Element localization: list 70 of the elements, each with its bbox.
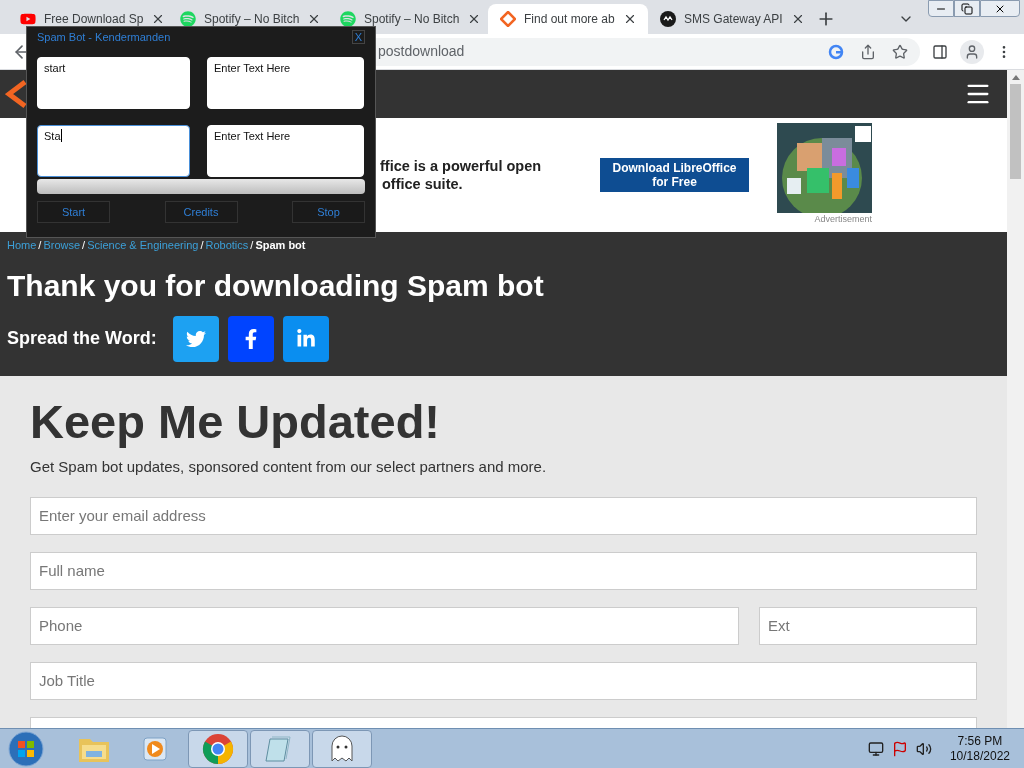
bot-button[interactable]: Stop (292, 201, 365, 223)
url-text: postdownload (378, 42, 466, 61)
share-label: Spread the Word: (7, 327, 157, 350)
signup-description: Get Spam bot updates, sponsored content from our select partners and more. (30, 457, 548, 477)
breadcrumb-separator: / (82, 238, 86, 253)
signup-title: Keep Me Updated! (30, 394, 441, 450)
circle-logo-icon (660, 11, 676, 27)
scroll-up-arrow-icon[interactable] (1011, 75, 1020, 80)
browser-tab[interactable]: SMS Gateway API (648, 4, 808, 34)
volume-icon[interactable] (915, 740, 932, 757)
browser-tab[interactable]: Spotify – No Bitch (168, 4, 328, 34)
close-button[interactable]: X (351, 30, 365, 44)
minimize-button[interactable] (928, 0, 954, 17)
facebook-share-button[interactable] (227, 315, 274, 362)
input-field[interactable]: Full name (30, 551, 977, 590)
flag-icon[interactable] (891, 740, 908, 757)
share-icon[interactable] (860, 43, 876, 60)
ad-text: ffice is a powerful open (380, 157, 543, 175)
twitter-icon (185, 328, 206, 349)
breadcrumb-link[interactable]: Robotics (205, 237, 249, 254)
ad-text: office suite. (382, 175, 464, 193)
start-button[interactable] (8, 730, 44, 767)
input-field[interactable]: Ext (759, 606, 977, 645)
text-field[interactable]: start (37, 57, 190, 109)
bot-button[interactable]: Credits (164, 201, 238, 223)
side-panel-icon[interactable] (932, 43, 948, 60)
tab-title: SMS Gateway API (684, 11, 783, 28)
restore-button[interactable] (954, 0, 980, 17)
logo-chevron-icon[interactable] (5, 80, 27, 108)
input-field[interactable]: Phone (30, 606, 739, 645)
text-field[interactable]: Sta (37, 125, 190, 177)
tab-title: Free Download Sp (44, 11, 144, 28)
text-field[interactable]: Enter Text Here (207, 57, 364, 109)
ad-caption: Advertisement (814, 213, 872, 227)
taskbar-button[interactable] (188, 729, 248, 768)
bot-button[interactable]: Start (37, 201, 110, 223)
clock-time[interactable]: 7:56 PM (957, 733, 1003, 749)
google-icon[interactable] (828, 43, 844, 60)
network-icon[interactable] (867, 740, 884, 757)
scrollbar[interactable] (1007, 70, 1024, 728)
tab-title: Find out more ab (524, 11, 615, 28)
diamond-logo-icon (500, 11, 516, 27)
tab-title: Spotify – No Bitch (204, 11, 300, 28)
tab-title: Spotify – No Bitch (364, 11, 460, 28)
linkedin-share-button[interactable] (282, 315, 329, 362)
text-cursor (60, 129, 62, 142)
profile-icon[interactable] (960, 39, 984, 64)
twitter-share-button[interactable] (172, 315, 219, 362)
breadcrumb-link[interactable]: Browse (43, 237, 81, 254)
scrollbar-thumb[interactable] (1010, 84, 1021, 179)
spotify-icon (340, 11, 356, 27)
page-title: Thank you for downloading Spam bot (7, 267, 545, 304)
input-field[interactable]: Enter your email address (30, 496, 977, 535)
breadcrumb-separator: / (200, 238, 204, 253)
browser-tab[interactable]: Find out more ab (488, 4, 648, 34)
clock-date[interactable]: 10/18/2022 (949, 748, 1010, 764)
input-field[interactable]: Job Title (30, 661, 977, 700)
text-field[interactable]: Enter Text Here (207, 125, 364, 177)
spotify-icon (180, 11, 196, 27)
ad-download-button[interactable]: Download LibreOffice for Free (600, 158, 749, 192)
taskbar-button[interactable] (312, 729, 372, 768)
breadcrumb-separator: / (38, 238, 42, 253)
youtube-icon (20, 11, 36, 27)
breadcrumb-link[interactable]: Science & Engineering (87, 237, 199, 254)
bookmark-star-icon[interactable] (892, 43, 908, 60)
linkedin-icon (295, 328, 316, 349)
breadcrumb-link[interactable]: Home (7, 237, 37, 254)
chrome-icon[interactable] (202, 732, 234, 765)
breadcrumb-separator: / (250, 238, 254, 253)
restore-icon (961, 2, 973, 15)
